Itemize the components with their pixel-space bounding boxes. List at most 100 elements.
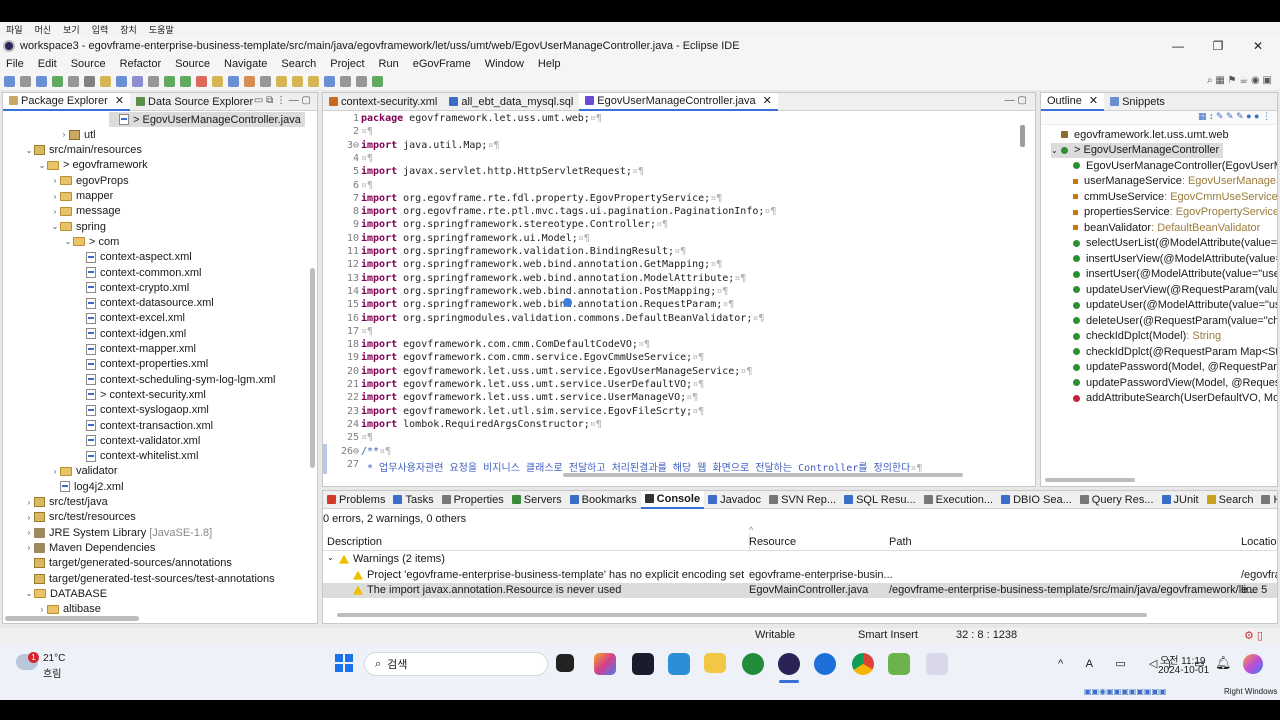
bottom-tab[interactable]: Properties [438,491,508,509]
col-description[interactable]: Description [327,536,382,548]
tree-item[interactable]: context-scheduling-sym-log-lgm.xml [76,372,275,387]
code-line[interactable]: ¤¶ [361,126,373,137]
bottom-tab[interactable]: JUnit [1158,491,1203,509]
bottom-tab[interactable]: SVN Rep... [765,491,840,509]
tree-item[interactable]: context-aspect.xml [76,250,192,265]
toolbar-button[interactable] [20,75,31,87]
menu-item[interactable]: Source [175,58,210,70]
expand-arrow-icon[interactable]: › [24,513,34,522]
toolbar-button[interactable] [180,75,191,87]
code-line[interactable]: import java.util.Map;¤¶ [361,140,499,151]
copilot-icon[interactable] [594,653,616,675]
outline-item[interactable]: cmmUseService : EgovCmmUseService [1073,189,1277,204]
collapse-icon[interactable]: ⌄ [1051,146,1061,155]
bottom-tab[interactable]: Bookmarks [566,491,641,509]
toolbar-button[interactable] [84,75,95,87]
editor-tab[interactable]: context-security.xml [323,93,443,111]
code-line[interactable]: import egovframework.let.uss.umt.service… [361,366,752,377]
code-line[interactable]: import org.springframework.ui.Model;¤¶ [361,233,590,244]
menu-item[interactable]: Help [538,58,561,70]
problem-row-selected[interactable]: The import javax.annotation.Resource is … [323,583,1277,598]
close-button[interactable]: ✕ [1238,36,1278,56]
toolbar-button[interactable] [372,75,383,87]
tree-item[interactable]: ⌄ > com [63,234,120,249]
toolbar-button[interactable] [308,75,319,87]
code-line[interactable]: import org.egovframe.rte.fdl.property.Eg… [361,193,722,204]
toolbar-button[interactable] [276,75,287,87]
code-line[interactable]: import org.springframework.web.bind.anno… [361,299,734,310]
toolbar-button[interactable] [356,75,367,87]
toolbar-button[interactable] [52,75,63,87]
outline-item[interactable]: egovframework.let.uss.umt.web [1061,127,1229,142]
expand-arrow-icon[interactable]: › [50,467,60,476]
bottom-tab[interactable]: Console [640,491,705,509]
status-icons[interactable]: ⚙ ▯ [1244,629,1263,642]
notification-icon[interactable]: 🔔︎ [1215,655,1232,671]
code-line[interactable]: ¤¶ [361,432,373,443]
toolbar-button[interactable] [196,75,207,87]
editor-scrollbar[interactable] [1020,125,1025,147]
toolbar-button[interactable] [116,75,127,87]
expand-arrow-icon[interactable]: › [24,543,34,552]
expand-arrow-icon[interactable]: ⌄ [24,589,34,598]
tree-item[interactable]: context-transaction.xml [76,418,213,433]
expand-arrow-icon[interactable]: ⌄ [50,222,60,231]
code-line[interactable]: import lombok.RequiredArgsConstructor;¤¶ [361,419,602,430]
vm-menu-item[interactable]: 머신 [35,23,52,36]
clock-date[interactable]: 2024-10-01 [1158,665,1209,676]
menu-item[interactable]: Source [71,58,106,70]
outline-item[interactable]: checkIdDplct(Model) : String [1073,329,1221,344]
vm-menu-item[interactable]: 입력 [92,23,109,36]
close-icon[interactable]: ✕ [1089,94,1098,107]
menu-item[interactable]: eGovFrame [413,58,471,70]
expand-arrow-icon[interactable]: › [50,192,60,201]
outline-item[interactable]: updateUser(@ModelAttribute(value="use [1073,298,1277,313]
tree-item[interactable]: context-properties.xml [76,357,208,372]
tree-item[interactable]: > EgovUserManageController.java [109,112,305,127]
code-line[interactable]: import org.springmodules.validation.comm… [361,313,764,324]
vm-menu-item[interactable]: 장치 [120,23,137,36]
editor-tab[interactable]: EgovUserManageController.java ✕ [579,93,778,111]
tree-scrollbar[interactable] [310,268,315,468]
tree-item[interactable]: › src/test/resources [24,510,136,525]
toolbar-button[interactable] [340,75,351,87]
taskbar-search[interactable]: ⌕ 검색 [364,652,548,676]
menu-item[interactable]: Window [485,58,524,70]
outline-hscrollbar[interactable] [1045,478,1135,482]
code-line[interactable]: import egovframework.let.uss.umt.service… [361,392,698,403]
vscode-icon[interactable] [668,653,690,675]
code-line[interactable]: import org.springframework.stereotype.Co… [361,219,668,230]
tree-item[interactable]: › src/test/java [24,495,108,510]
code-line[interactable]: import org.springframework.web.bind.anno… [361,286,728,297]
view-menu-icon[interactable]: ▭ ⧉ ⋮ — ▢ [254,95,311,106]
outline-item[interactable]: selectUserList(@ModelAttribute(value="us [1073,236,1277,251]
outline-item[interactable]: userManageService : EgovUserManageSer [1073,174,1277,189]
bottom-tab[interactable]: Query Res... [1076,491,1158,509]
editor-tab[interactable]: all_ebt_data_mysql.sql [443,93,579,111]
code-line[interactable]: import egovframework.com.cmm.ComDefaultC… [361,339,650,350]
col-path[interactable]: Path [889,536,912,548]
outline-item[interactable]: checkIdDplct(@RequestParam Map<Strin [1073,344,1277,359]
tree-item[interactable]: › utl [59,127,96,142]
tab-package-explorer[interactable]: Package Explorer ✕ [3,93,131,111]
toolbar-button[interactable] [132,75,143,87]
expand-arrow-icon[interactable]: › [50,176,60,185]
expand-arrow-icon[interactable]: › [24,498,34,507]
toolbar-button[interactable] [36,75,47,87]
outline-item[interactable]: beanValidator : DefaultBeanValidator [1073,220,1260,235]
code-line[interactable]: import org.egovframe.rte.ptl.mvc.tags.ui… [361,206,776,217]
tab-outline[interactable]: Outline ✕ [1041,93,1105,111]
code-line[interactable]: import egovframework.com.cmm.service.Ego… [361,352,704,363]
tree-item[interactable]: › egovProps [50,173,129,188]
code-line[interactable]: /**¤¶ [361,446,391,457]
toolbar-button[interactable] [148,75,159,87]
toolbar-button[interactable] [4,75,15,87]
warnings-group[interactable]: ⌄ Warnings (2 items) [323,552,1277,567]
expand-arrow-icon[interactable]: ⌄ [24,146,34,155]
close-icon[interactable]: ✕ [763,94,772,107]
menu-item[interactable]: Run [379,58,399,70]
toolbar-button[interactable] [68,75,79,87]
outline-item[interactable]: addAttributeSearch(UserDefaultVO, Mode [1073,391,1277,406]
menu-item[interactable]: Navigate [224,58,267,70]
bottom-tab[interactable]: Search [1203,491,1258,509]
